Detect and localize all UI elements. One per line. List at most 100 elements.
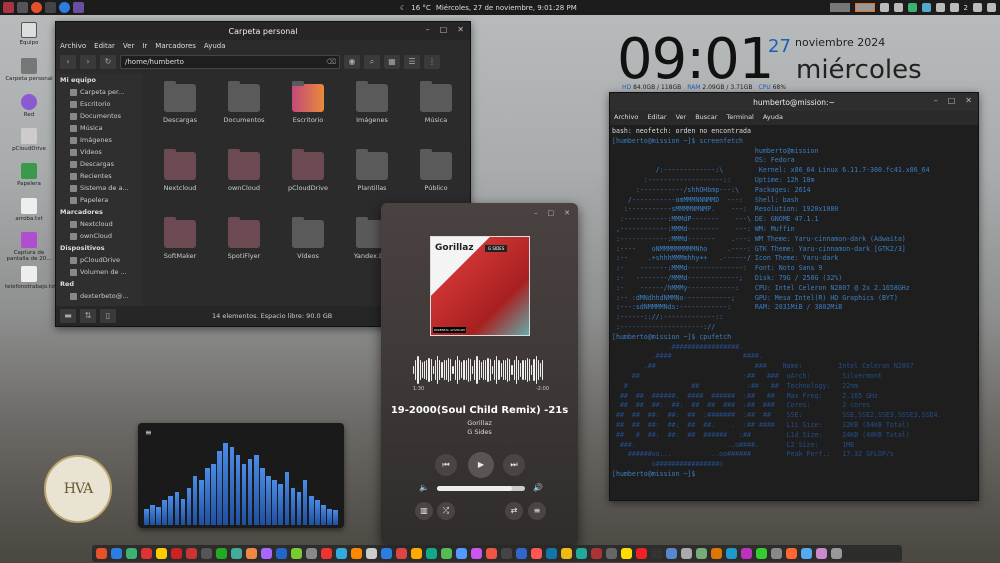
dock-app-icon[interactable]	[606, 548, 617, 559]
sidebar-item-videos[interactable]: Vídeos	[56, 146, 142, 158]
dock-app-icon[interactable]	[726, 548, 737, 559]
dock-app-icon[interactable]	[261, 548, 272, 559]
dock-app-icon[interactable]	[366, 548, 377, 559]
dock-app-icon[interactable]	[621, 548, 632, 559]
maximize-icon[interactable]: □	[948, 96, 956, 105]
bluetooth-icon[interactable]	[893, 3, 903, 12]
dock-app-icon[interactable]	[501, 548, 512, 559]
file-item[interactable]: SpotiFlyer	[212, 214, 276, 276]
dock-app-icon[interactable]	[441, 548, 452, 559]
dock-app-icon[interactable]	[531, 548, 542, 559]
dock-app-icon[interactable]	[231, 548, 242, 559]
sidebar-item-escritorio[interactable]: Escritorio	[56, 98, 142, 110]
firefox-icon[interactable]	[31, 2, 42, 13]
dock-app-icon[interactable]	[201, 548, 212, 559]
sidebar-item-recientes[interactable]: Recientes	[56, 170, 142, 182]
tree-icon[interactable]: ⇅	[80, 309, 96, 323]
back-icon[interactable]: ‹	[60, 55, 76, 69]
play-button[interactable]: ▶	[468, 452, 494, 478]
workspace-1[interactable]	[829, 3, 850, 12]
dock-app-icon[interactable]	[696, 548, 707, 559]
dock-app-icon[interactable]	[756, 548, 767, 559]
terminal-icon[interactable]	[45, 2, 56, 13]
dock-app-icon[interactable]	[126, 548, 137, 559]
dock-app-icon[interactable]	[666, 548, 677, 559]
menu-terminal[interactable]: Terminal	[726, 113, 753, 121]
repeat-button[interactable]: ⇄	[505, 502, 523, 520]
file-item[interactable]: Nextcloud	[148, 146, 212, 208]
dock-app-icon[interactable]	[321, 548, 332, 559]
dock-app-icon[interactable]	[381, 548, 392, 559]
compact-view-icon[interactable]: ⋮	[424, 55, 440, 69]
top-datetime[interactable]: Miércoles, 27 de noviembre, 9:01:28 PM	[436, 4, 577, 12]
file-item[interactable]: Público	[404, 146, 468, 208]
dock-app-icon[interactable]	[471, 548, 482, 559]
volume-slider[interactable]	[437, 486, 525, 491]
dock-app-icon[interactable]	[276, 548, 287, 559]
close-icon[interactable]: ✕	[457, 25, 464, 34]
dock-app-icon[interactable]	[141, 548, 152, 559]
desktop-icon-home[interactable]: Carpeta personal	[5, 58, 53, 82]
dock-app-icon[interactable]	[336, 548, 347, 559]
dock-app-icon[interactable]	[561, 548, 572, 559]
player-icon[interactable]	[59, 2, 70, 13]
menu-ayuda[interactable]: Ayuda	[204, 42, 226, 50]
waveform-seekbar[interactable]	[413, 355, 544, 385]
network-icon[interactable]	[935, 3, 945, 12]
menu-button[interactable]: ≡	[528, 502, 546, 520]
sidebar-item-home[interactable]: Carpeta per...	[56, 86, 142, 98]
menu-marcadores[interactable]: Marcadores	[155, 42, 196, 50]
screenshot-icon[interactable]	[73, 2, 84, 13]
dock-app-icon[interactable]	[186, 548, 197, 559]
dock-app-icon[interactable]	[156, 548, 167, 559]
fm-titlebar[interactable]: Carpeta personal – □ ✕	[56, 22, 470, 40]
update-icon[interactable]	[907, 3, 917, 12]
sidebar-item-nextcloud[interactable]: Nextcloud	[56, 218, 142, 230]
desktop-icon-arroba[interactable]: arroba.txt	[5, 198, 53, 222]
files-icon[interactable]	[17, 2, 28, 13]
sidebar-item-descargas[interactable]: Descargas	[56, 158, 142, 170]
shuffle-button[interactable]: ⤮	[437, 502, 455, 520]
menu-editar[interactable]: Editar	[94, 42, 115, 50]
minimize-icon[interactable]: –	[534, 209, 538, 217]
desktop-icon-pcloud[interactable]: pCloudDrive	[5, 128, 53, 152]
menu-ver[interactable]: Ver	[123, 42, 134, 50]
dock-app-icon[interactable]	[741, 548, 752, 559]
desktop-icon-red[interactable]: Red	[5, 94, 53, 118]
sidebar-toggle-button[interactable]: ▥	[415, 502, 433, 520]
menu-editar[interactable]: Editar	[647, 113, 666, 121]
dock-app-icon[interactable]	[351, 548, 362, 559]
file-item[interactable]: pCloudDrive	[276, 146, 340, 208]
sidebar-item-musica[interactable]: Música	[56, 122, 142, 134]
dock-app-icon[interactable]	[546, 548, 557, 559]
dock-app-icon[interactable]	[576, 548, 587, 559]
battery-icon[interactable]	[973, 3, 982, 12]
file-item[interactable]: Imágenes	[340, 78, 404, 140]
close-icon[interactable]: ✕	[965, 96, 972, 105]
dock-app-icon[interactable]	[711, 548, 722, 559]
places-icon[interactable]: ▬	[60, 309, 76, 323]
dock-app-icon[interactable]	[216, 548, 227, 559]
menu-archivo[interactable]: Archivo	[60, 42, 86, 50]
file-item[interactable]: Documentos	[212, 78, 276, 140]
dock-app-icon[interactable]	[291, 548, 302, 559]
menu-ver[interactable]: Ver	[676, 113, 687, 121]
sidebar-item-pclouddrive[interactable]: pCloudDrive	[56, 254, 142, 266]
search-icon[interactable]: ⌕	[364, 55, 380, 69]
sidebar-item-owncloud[interactable]: ownCloud	[56, 230, 142, 242]
maximize-icon[interactable]: □	[440, 25, 448, 34]
desktop-icon-screenshot[interactable]: Captura de pantalla de 20...	[5, 232, 53, 262]
sidebar-item-documentos[interactable]: Documentos	[56, 110, 142, 122]
dock-app-icon[interactable]	[636, 548, 647, 559]
dock-app-icon[interactable]	[486, 548, 497, 559]
visualizer-menu-icon[interactable]: ≡	[145, 428, 152, 437]
file-item[interactable]: Descargas	[148, 78, 212, 140]
minimize-icon[interactable]: –	[934, 96, 938, 105]
dock-app-icon[interactable]	[771, 548, 782, 559]
sidebar-item-sistema[interactable]: Sistema de a...	[56, 182, 142, 194]
dock-app-icon[interactable]	[831, 548, 842, 559]
previous-button[interactable]: ⏮	[435, 454, 457, 476]
desktop-icon-equipo[interactable]: Equipo	[5, 22, 53, 46]
file-item[interactable]: Plantillas	[340, 146, 404, 208]
dock-app-icon[interactable]	[816, 548, 827, 559]
